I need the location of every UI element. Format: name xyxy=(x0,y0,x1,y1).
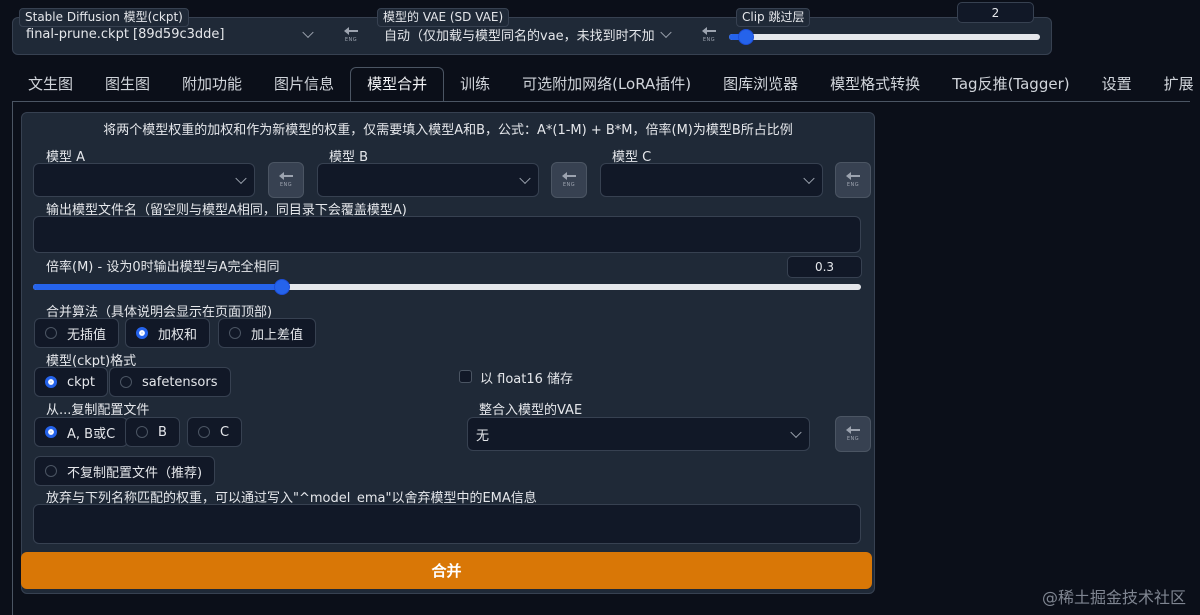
model-a-select[interactable] xyxy=(33,163,255,197)
watermark: @稀土掘金技术社区 xyxy=(1041,588,1186,607)
radio-icon xyxy=(45,465,57,477)
algo-option-none[interactable]: 无插值 xyxy=(34,318,120,348)
output-filename-input[interactable] xyxy=(33,216,861,253)
chevron-down-icon xyxy=(803,172,815,185)
merge-description: 将两个模型权重的加权和作为新模型的权重，仅需要填入模型A和B，公式：A*(1-M… xyxy=(103,123,793,138)
refresh-caption: ENG xyxy=(846,436,860,442)
format-option-ckpt[interactable]: ckpt xyxy=(34,367,109,397)
model-b-refresh-button[interactable]: ENG xyxy=(551,162,587,198)
bake-vae-refresh-button[interactable]: ENG xyxy=(835,416,871,452)
main-tabs: 文生图 图生图 附加功能 图片信息 模型合并 训练 可选附加网络(LoRA插件) 图库浏览器模… xyxy=(12,67,1200,101)
discard-weights-input[interactable] xyxy=(33,504,861,544)
multiplier-number[interactable]: 0.3 xyxy=(787,256,862,278)
algo-option-add-difference[interactable]: 加上差值 xyxy=(218,318,317,348)
multiplier-slider[interactable] xyxy=(33,279,861,295)
tab-content-border xyxy=(12,101,13,615)
copy-option-b[interactable]: B xyxy=(125,417,180,447)
radio-label: ckpt xyxy=(67,374,96,390)
tab-7[interactable]: 图库浏览器 xyxy=(707,67,814,101)
radio-icon xyxy=(229,327,241,339)
clip-skip-slider-thumb[interactable] xyxy=(737,29,754,45)
refresh-caption: ENG xyxy=(846,182,860,188)
bake-vae-label: 整合入模型的VAE xyxy=(479,403,583,418)
radio-selected-icon xyxy=(45,426,57,438)
radio-label: B xyxy=(158,424,167,440)
ckpt-refresh-button[interactable]: ENG xyxy=(334,18,368,52)
clip-skip-slider[interactable] xyxy=(729,29,1040,45)
ckpt-select[interactable]: final-prune.ckpt [89d59c3dde] xyxy=(18,23,321,45)
multiplier-slider-fill xyxy=(33,284,282,290)
bake-vae-select[interactable]: 无 xyxy=(467,417,810,451)
refresh-icon xyxy=(344,27,358,35)
chevron-down-icon xyxy=(519,172,531,185)
tab-0[interactable]: 文生图 xyxy=(12,67,89,101)
model-a-refresh-button[interactable]: ENG xyxy=(268,162,304,198)
refresh-icon xyxy=(562,172,576,180)
refresh-icon xyxy=(702,27,716,35)
radio-label: 无插值 xyxy=(67,327,107,343)
copy-option-abc[interactable]: A, B或C xyxy=(34,417,129,447)
format-option-safetensors[interactable]: safetensors xyxy=(109,367,231,397)
chevron-down-icon xyxy=(660,26,672,39)
tab-divider xyxy=(12,101,1190,102)
float16-checkbox[interactable] xyxy=(459,370,472,383)
merge-panel: 将两个模型权重的加权和作为新模型的权重，仅需要填入模型A和B，公式：A*(1-M… xyxy=(21,112,875,594)
tab-4[interactable]: 模型合并 xyxy=(350,67,445,101)
tab-3[interactable]: 图片信息 xyxy=(258,67,350,101)
vae-select-value: 自动（仅加载与模型同名的vae，未找到时不加 xyxy=(384,28,655,44)
radio-label: 加上差值 xyxy=(251,327,304,343)
multiplier-label: 倍率(M) - 设为0时输出模型与A完全相同 xyxy=(46,260,280,275)
float16-label: 以 float16 储存 xyxy=(480,372,574,387)
model-c-select[interactable] xyxy=(600,163,823,197)
radio-label: 加权和 xyxy=(158,327,198,343)
radio-selected-icon xyxy=(136,327,148,339)
radio-icon xyxy=(45,327,57,339)
radio-label: A, B或C xyxy=(67,426,116,442)
copy-config-label: 从...复制配置文件 xyxy=(46,403,150,418)
radio-label: C xyxy=(220,424,230,440)
refresh-icon xyxy=(846,172,860,180)
refresh-caption: ENG xyxy=(702,37,716,43)
model-b-select[interactable] xyxy=(317,163,539,197)
tab-10[interactable]: 设置 xyxy=(1086,67,1148,101)
multiplier-slider-thumb[interactable] xyxy=(274,279,291,295)
radio-icon xyxy=(136,426,148,438)
tab-8[interactable]: 模型格式转换 xyxy=(814,67,936,101)
chevron-down-icon xyxy=(790,426,802,439)
algo-option-weighted-sum[interactable]: 加权和 xyxy=(125,318,211,348)
refresh-icon xyxy=(279,172,293,180)
vae-refresh-button[interactable]: ENG xyxy=(692,18,726,52)
refresh-icon xyxy=(846,426,860,434)
chevron-down-icon xyxy=(235,172,247,185)
tab-11[interactable]: 扩展 xyxy=(1148,67,1200,101)
tab-1[interactable]: 图生图 xyxy=(89,67,166,101)
refresh-caption: ENG xyxy=(562,182,576,188)
vae-select[interactable]: 自动（仅加载与模型同名的vae，未找到时不加 xyxy=(376,23,679,45)
clip-skip-label: Clip 跳过层 xyxy=(736,8,811,27)
copy-option-c[interactable]: C xyxy=(187,417,243,447)
radio-label: safetensors xyxy=(142,374,218,390)
refresh-caption: ENG xyxy=(344,37,358,43)
refresh-caption: ENG xyxy=(279,182,293,188)
chevron-down-icon xyxy=(302,26,314,39)
copy-option-none[interactable]: 不复制配置文件（推荐) xyxy=(34,456,216,486)
radio-label: 不复制配置文件（推荐) xyxy=(67,465,203,481)
bake-vae-value: 无 xyxy=(476,428,490,444)
tab-2[interactable]: 附加功能 xyxy=(166,67,258,101)
tab-5[interactable]: 训练 xyxy=(444,67,506,101)
radio-icon xyxy=(198,426,210,438)
tab-6[interactable]: 可选附加网络(LoRA插件) xyxy=(506,67,707,101)
clip-skip-number[interactable]: 2 xyxy=(957,2,1034,23)
tab-9[interactable]: Tag反推(Tagger) xyxy=(936,67,1085,101)
model-c-refresh-button[interactable]: ENG xyxy=(835,162,871,198)
merge-button[interactable]: 合并 xyxy=(21,552,872,589)
ckpt-select-value: final-prune.ckpt [89d59c3dde] xyxy=(26,26,225,42)
radio-icon xyxy=(120,376,132,388)
radio-selected-icon xyxy=(45,376,57,388)
